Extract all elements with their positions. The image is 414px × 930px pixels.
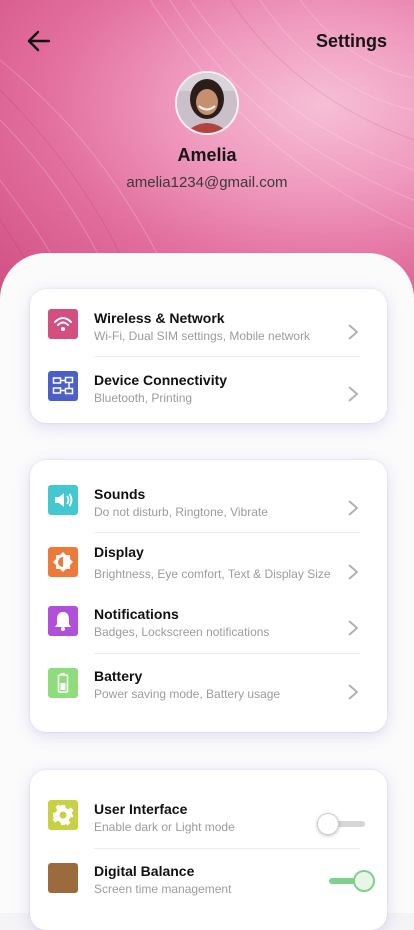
settings-card-connectivity: Wireless & Network Wi-Fi, Dual SIM setti… xyxy=(30,289,387,423)
setting-subtitle: Badges, Lockscreen notifications xyxy=(94,625,270,639)
avatar-photo xyxy=(177,73,237,133)
toggle-knob xyxy=(353,870,375,892)
setting-subtitle: Brightness, Eye comfort, Text & Display … xyxy=(94,567,331,581)
setting-subtitle: Screen time management xyxy=(94,882,232,896)
setting-row-battery[interactable]: Battery Power saving mode, Battery usage xyxy=(30,656,387,718)
chevron-right-icon xyxy=(348,324,359,340)
speaker-icon xyxy=(48,485,78,515)
setting-row-wireless-network[interactable]: Wireless & Network Wi-Fi, Dual SIM setti… xyxy=(30,294,387,356)
setting-subtitle: Wi-Fi, Dual SIM settings, Mobile network xyxy=(94,329,311,343)
setting-title: Device Connectivity xyxy=(94,372,228,388)
chevron-right-icon xyxy=(348,684,359,700)
profile-name: Amelia xyxy=(177,145,237,165)
dark-mode-toggle[interactable] xyxy=(317,811,367,837)
chevron-right-icon xyxy=(348,500,359,516)
setting-row-display[interactable]: Display Brightness, Eye comfort, Text & … xyxy=(30,532,387,594)
chevron-right-icon xyxy=(348,386,359,402)
setting-title: Sounds xyxy=(94,486,146,502)
profile-email: amelia1234@gmail.com xyxy=(126,174,288,191)
battery-icon xyxy=(48,668,78,698)
gear-icon xyxy=(48,800,78,830)
settings-card-preferences: User Interface Enable dark or Light mode… xyxy=(30,770,387,930)
wifi-icon xyxy=(48,309,78,339)
setting-row-notifications[interactable]: Notifications Badges, Lockscreen notific… xyxy=(30,594,387,656)
setting-row-device-connectivity[interactable]: Device Connectivity Bluetooth, Printing xyxy=(30,356,387,418)
setting-title: Notifications xyxy=(94,606,179,622)
bell-icon xyxy=(48,606,78,636)
chevron-right-icon xyxy=(348,564,359,580)
avatar[interactable] xyxy=(175,71,239,135)
setting-row-digital-balance[interactable]: Digital Balance Screen time management xyxy=(30,848,387,910)
toggle-knob xyxy=(317,813,339,835)
setting-subtitle: Do not disturb, Ringtone, Vibrate xyxy=(94,505,268,519)
setting-title: User Interface xyxy=(94,801,188,817)
page-title: Settings xyxy=(315,31,387,51)
setting-row-sounds[interactable]: Sounds Do not disturb, Ringtone, Vibrate xyxy=(30,470,387,532)
setting-title: Digital Balance xyxy=(94,863,195,879)
digital-balance-toggle[interactable] xyxy=(327,868,379,894)
setting-subtitle: Enable dark or Light mode xyxy=(94,820,235,834)
divider xyxy=(94,653,360,654)
chevron-right-icon xyxy=(348,620,359,636)
setting-subtitle: Power saving mode, Battery usage xyxy=(94,687,281,701)
settings-card-device: Sounds Do not disturb, Ringtone, Vibrate… xyxy=(30,460,387,732)
device-connectivity-icon xyxy=(48,371,78,401)
setting-title: Wireless & Network xyxy=(94,310,225,326)
setting-title: Display xyxy=(94,544,144,560)
digital-balance-icon xyxy=(48,863,78,893)
setting-subtitle: Bluetooth, Printing xyxy=(94,391,193,405)
setting-title: Battery xyxy=(94,668,143,684)
back-arrow-icon[interactable] xyxy=(24,26,54,56)
setting-row-user-interface[interactable]: User Interface Enable dark or Light mode xyxy=(30,785,387,847)
brightness-icon xyxy=(48,547,78,577)
